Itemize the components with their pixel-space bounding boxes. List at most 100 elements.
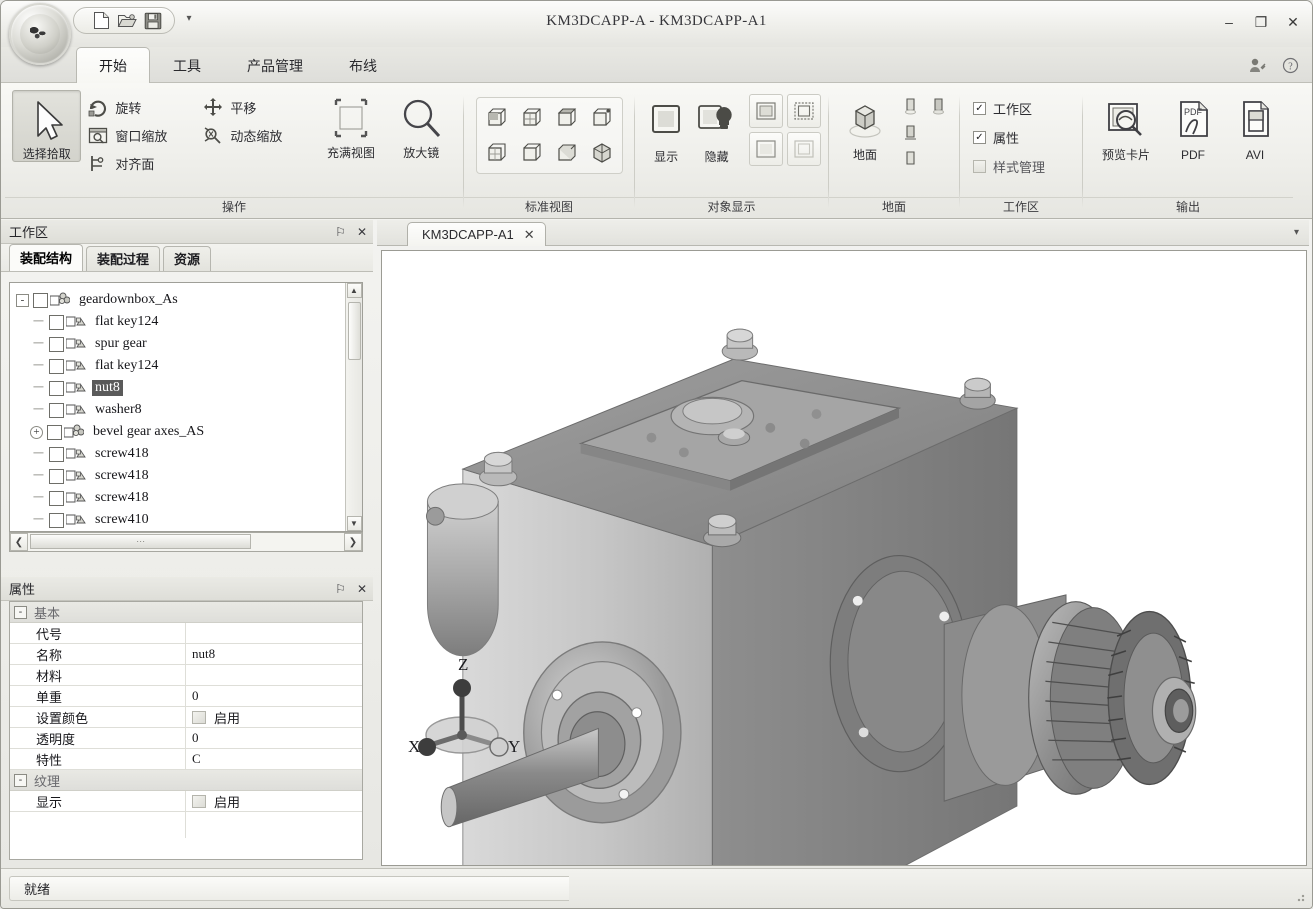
category-expander-basic[interactable]: - <box>14 605 27 619</box>
show-object-button[interactable]: 显示 <box>642 94 690 164</box>
tree-checkbox[interactable] <box>49 468 64 484</box>
property-row-set-color[interactable]: 设置颜色 启用 <box>10 707 362 728</box>
pan-button[interactable]: 平移 <box>196 93 315 121</box>
property-row-texture-display[interactable]: 显示 启用 <box>10 791 362 812</box>
view-back-icon[interactable] <box>516 102 548 134</box>
tree-item-flat-key124-2[interactable]: ─ flat key124 <box>16 355 345 377</box>
document-tab[interactable]: KM3DCAPP-A1 ✕ <box>407 222 546 246</box>
ribbon-tab-routing[interactable]: 布线 <box>326 47 400 83</box>
magnifier-button[interactable]: 放大镜 <box>387 90 456 160</box>
tree-scroll-left-button[interactable]: ❮ <box>10 533 28 551</box>
document-tab-overflow-icon[interactable]: ▾ <box>1294 227 1299 238</box>
tree-expander-bevel-gear-axes[interactable]: + <box>30 425 43 439</box>
property-category-texture[interactable]: - 纹理 <box>10 770 362 791</box>
property-row-characteristic[interactable]: 特性 C <box>10 749 362 770</box>
ground-style-1-icon[interactable] <box>898 94 924 118</box>
style-manager-checkbox[interactable] <box>973 160 986 173</box>
properties-checkbox[interactable]: ✓ <box>973 131 986 144</box>
property-row-unit-weight[interactable]: 单重 0 <box>10 686 362 707</box>
tree-checkbox[interactable] <box>47 424 62 440</box>
tree-horizontal-scrollbar[interactable]: ❮ ⋯ ❯ <box>9 532 363 552</box>
ground-style-4-icon[interactable] <box>898 146 924 170</box>
application-menu-button[interactable] <box>9 3 71 65</box>
workspace-close-icon[interactable]: ✕ <box>357 226 367 238</box>
tab-resources[interactable]: 资源 <box>163 246 212 271</box>
help-icon[interactable]: ? <box>1280 55 1300 75</box>
property-value[interactable]: C <box>186 749 362 769</box>
tree-expander-root[interactable]: - <box>16 293 29 307</box>
tree-vertical-scrollbar[interactable]: ▲ ▼ <box>345 283 362 531</box>
tree-item-screw418-1[interactable]: ─ screw418 <box>16 443 345 465</box>
display-mode-transparent-icon[interactable] <box>787 132 821 166</box>
window-zoom-button[interactable]: 窗口缩放 <box>81 121 196 149</box>
display-mode-wireframe-icon[interactable] <box>787 94 821 128</box>
texture-swatch[interactable] <box>192 794 206 808</box>
display-mode-shaded-icon[interactable] <box>749 94 783 128</box>
tree-scroll-thumb[interactable] <box>347 302 361 360</box>
property-value[interactable] <box>186 665 362 685</box>
3d-viewport[interactable]: Z X Y <box>381 250 1307 866</box>
close-button[interactable]: ✕ <box>1284 13 1302 31</box>
property-value[interactable] <box>186 623 362 643</box>
tree-item-flat-key124-1[interactable]: ─ flat key124 <box>16 311 345 333</box>
properties-checkbox-row[interactable]: ✓ 属性 <box>973 123 1045 152</box>
workspace-checkbox-row[interactable]: ✓ 工作区 <box>973 94 1045 123</box>
document-tab-close-icon[interactable]: ✕ <box>524 227 535 243</box>
hide-object-button[interactable]: 隐藏 <box>690 94 743 164</box>
ribbon-tab-start[interactable]: 开始 <box>76 47 150 83</box>
category-expander-texture[interactable]: - <box>14 773 27 787</box>
ribbon-tab-tools[interactable]: 工具 <box>150 47 224 83</box>
align-face-button[interactable]: 对齐面 <box>81 149 196 177</box>
tree-checkbox[interactable] <box>49 512 64 528</box>
ground-style-3-icon[interactable] <box>898 120 924 144</box>
geardownbox-assembly-3d-model[interactable] <box>382 251 1306 865</box>
view-iso-icon[interactable] <box>551 137 583 169</box>
view-right-icon[interactable] <box>516 137 548 169</box>
property-value[interactable]: nut8 <box>186 644 362 664</box>
user-settings-icon[interactable] <box>1248 55 1268 75</box>
style-manager-checkbox-row[interactable]: 样式管理 <box>973 152 1045 181</box>
minimize-button[interactable]: – <box>1220 13 1238 31</box>
workspace-checkbox[interactable]: ✓ <box>973 102 986 115</box>
tree-item-root[interactable]: - geardownbox_As <box>16 289 345 311</box>
ribbon-tab-product-management[interactable]: 产品管理 <box>224 47 326 83</box>
tree-checkbox[interactable] <box>49 336 64 352</box>
view-top-icon[interactable] <box>551 102 583 134</box>
maximize-button[interactable]: ❐ <box>1252 13 1270 31</box>
tree-item-screw418-3[interactable]: ─ screw418 <box>16 487 345 509</box>
property-value[interactable]: 0 <box>186 686 362 706</box>
dynamic-zoom-button[interactable]: 动态缩放 <box>196 121 315 149</box>
properties-close-icon[interactable]: ✕ <box>357 583 367 595</box>
property-category-basic[interactable]: - 基本 <box>10 602 362 623</box>
color-swatch[interactable] <box>192 710 206 724</box>
tab-assembly-process[interactable]: 装配过程 <box>86 246 161 271</box>
tree-scroll-up-button[interactable]: ▲ <box>346 283 362 298</box>
tree-checkbox[interactable] <box>49 446 64 462</box>
tree-scroll-down-button[interactable]: ▼ <box>346 516 362 531</box>
tree-item-screw418-2[interactable]: ─ screw418 <box>16 465 345 487</box>
avi-export-button[interactable]: AVI <box>1224 92 1286 162</box>
tab-assembly-structure[interactable]: 装配结构 <box>9 244 84 271</box>
property-row-transparency[interactable]: 透明度 0 <box>10 728 362 749</box>
tree-hscroll-thumb[interactable]: ⋯ <box>30 534 252 549</box>
view-axonometric-icon[interactable] <box>586 137 618 169</box>
property-row-code[interactable]: 代号 <box>10 623 362 644</box>
tree-checkbox[interactable] <box>49 314 64 330</box>
view-bottom-icon[interactable] <box>586 102 618 134</box>
axis-triad[interactable]: Z X Y <box>408 655 522 769</box>
select-pick-button[interactable]: 选择拾取 <box>12 90 82 162</box>
view-front-icon[interactable] <box>481 102 513 134</box>
workspace-pin-icon[interactable]: ⚐ <box>335 226 346 238</box>
ground-plane-button[interactable]: 地面 <box>836 92 894 162</box>
tree-checkbox[interactable] <box>49 402 64 418</box>
tree-item-nut8[interactable]: ─ nut8 <box>16 377 345 399</box>
tree-checkbox[interactable] <box>33 292 48 308</box>
resize-grip[interactable] <box>1292 889 1306 903</box>
tree-checkbox[interactable] <box>49 490 64 506</box>
tree-checkbox[interactable] <box>49 380 64 396</box>
ground-style-2-icon[interactable] <box>926 94 952 118</box>
property-value[interactable]: 0 <box>186 728 362 748</box>
tree-item-bevel-gear-axes[interactable]: + bevel gear axes_AS <box>16 421 345 443</box>
tree-scroll-right-button[interactable]: ❯ <box>344 533 362 551</box>
pdf-export-button[interactable]: PDF PDF <box>1162 92 1224 162</box>
